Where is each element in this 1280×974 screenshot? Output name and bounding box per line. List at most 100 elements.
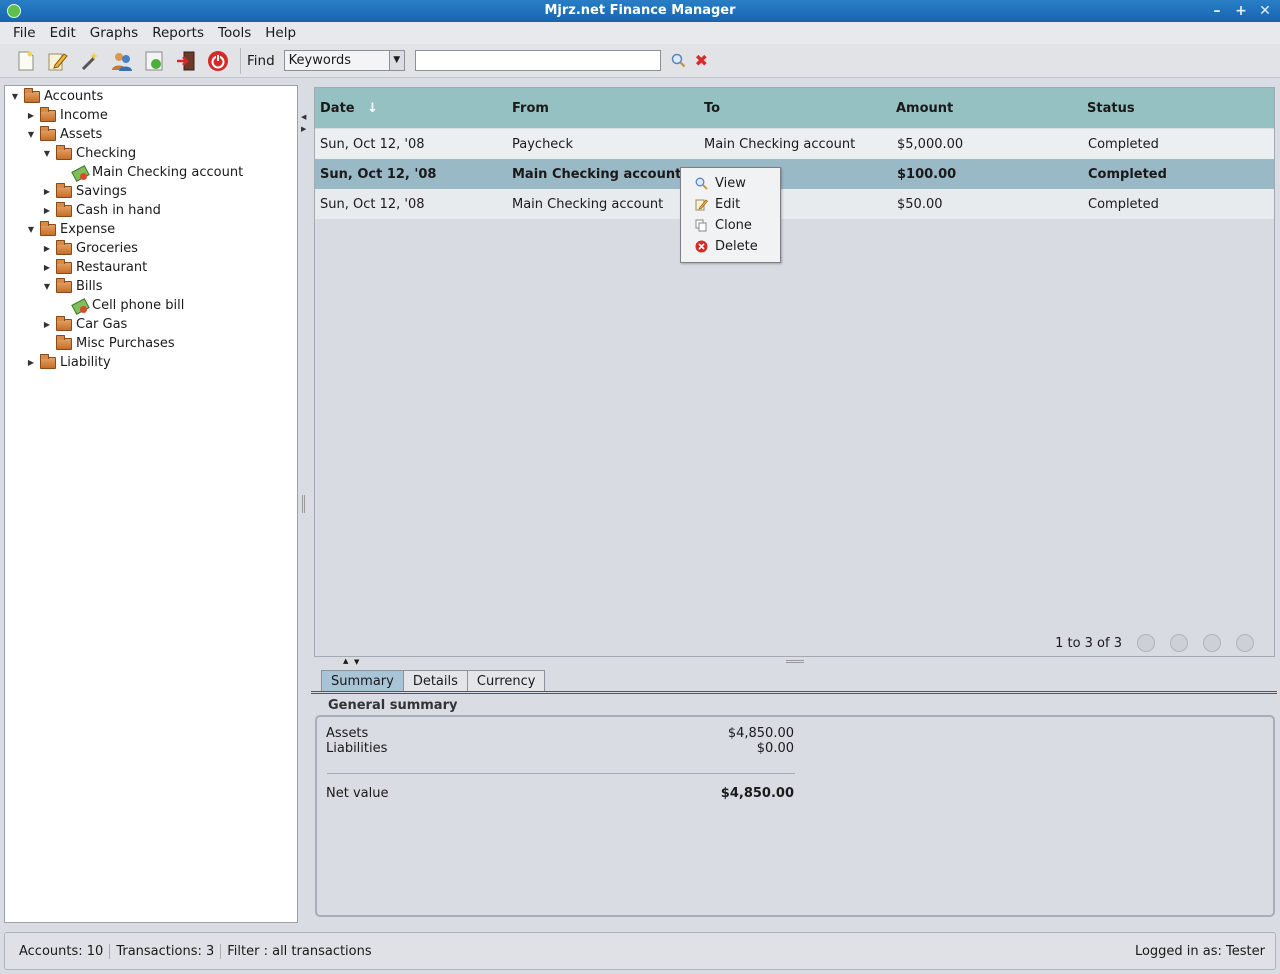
tree-node-misc-purchases[interactable]: Misc Purchases — [41, 334, 175, 353]
menu-help[interactable]: Help — [258, 25, 303, 41]
tree-node-liability[interactable]: ▶ Liability — [25, 353, 111, 372]
last-page-button[interactable] — [1236, 634, 1254, 652]
assets-value: $4,850.00 — [727, 726, 794, 741]
folder-icon — [40, 220, 56, 236]
expand-toggle[interactable]: ▶ — [41, 187, 53, 196]
users-icon[interactable] — [110, 49, 134, 73]
menu-tools[interactable]: Tools — [211, 25, 258, 41]
tree-node-restaurant[interactable]: ▶ Restaurant — [41, 258, 147, 277]
tree-node-main-checking-account[interactable]: Main Checking account — [57, 163, 243, 182]
tab-details[interactable]: Details — [402, 670, 468, 692]
divider-grip[interactable] — [302, 495, 305, 513]
logout-icon[interactable] — [174, 49, 198, 73]
table-row[interactable]: Sun, Oct 12, '08 Main Checking account $… — [315, 189, 1274, 219]
search-icon[interactable] — [671, 53, 687, 69]
expand-toggle[interactable]: ▼ — [9, 92, 21, 101]
expand-right-icon[interactable]: ▶ — [301, 125, 306, 133]
table-row[interactable]: Sun, Oct 12, '08 Paycheck Main Checking … — [315, 129, 1274, 159]
next-page-button[interactable] — [1203, 634, 1221, 652]
chevron-down-icon[interactable]: ▼ — [388, 51, 404, 70]
magnifier-icon — [694, 176, 709, 191]
previous-page-button[interactable] — [1170, 634, 1188, 652]
expand-toggle[interactable]: ▼ — [25, 130, 37, 139]
edit-pencil-icon[interactable] — [46, 49, 70, 73]
sort-descending-icon: ↓ — [367, 101, 379, 116]
context-menu-edit[interactable]: Edit — [681, 194, 780, 215]
tab-summary[interactable]: Summary — [321, 670, 404, 692]
tree-node-label: Expense — [60, 222, 116, 237]
expand-toggle[interactable]: ▼ — [25, 225, 37, 234]
expand-toggle[interactable]: ▶ — [41, 320, 53, 329]
copy-icon — [694, 218, 709, 233]
expand-toggle[interactable]: ▶ — [41, 206, 53, 215]
delete-icon — [694, 239, 709, 254]
expand-toggle[interactable]: ▼ — [41, 282, 53, 291]
maximize-button[interactable]: + — [1232, 2, 1250, 20]
import-icon[interactable] — [142, 49, 166, 73]
power-icon[interactable] — [206, 49, 230, 73]
context-menu-delete[interactable]: Delete — [681, 236, 780, 257]
column-header-status[interactable]: Status — [1087, 101, 1135, 116]
column-header-amount[interactable]: Amount — [896, 101, 953, 116]
collapse-left-icon[interactable]: ◀ — [301, 113, 306, 121]
menu-file[interactable]: File — [6, 25, 43, 41]
context-menu-label: Edit — [715, 197, 741, 212]
collapse-up-icon[interactable]: ▲ — [343, 657, 348, 665]
expand-toggle[interactable]: ▼ — [41, 149, 53, 158]
tree-node-label: Cell phone bill — [92, 298, 185, 313]
title-bar: Mjrz.net Finance Manager – + ✕ — [0, 0, 1280, 22]
account-tree[interactable]: ▼ Accounts ▶ Income ▼ Assets ▼ Checking Main… — [4, 85, 298, 923]
magic-wand-icon[interactable] — [78, 49, 102, 73]
tree-node-accounts[interactable]: ▼ Accounts — [9, 87, 103, 106]
expand-toggle[interactable]: ▶ — [25, 358, 37, 367]
tree-node-cell-phone-bill[interactable]: Cell phone bill — [57, 296, 184, 315]
expand-toggle[interactable]: ▶ — [25, 111, 37, 120]
collapse-down-icon[interactable]: ▼ — [354, 658, 359, 666]
tree-node-groceries[interactable]: ▶ Groceries — [41, 239, 138, 258]
close-button[interactable]: ✕ — [1256, 2, 1274, 20]
tree-node-cash-in-hand[interactable]: ▶ Cash in hand — [41, 201, 161, 220]
expand-toggle[interactable]: ▶ — [41, 244, 53, 253]
tree-node-bills[interactable]: ▼ Bills — [41, 277, 103, 296]
new-document-icon[interactable] — [14, 49, 38, 73]
menu-reports[interactable]: Reports — [145, 25, 211, 41]
tree-node-income[interactable]: ▶ Income — [25, 106, 108, 125]
find-type-select[interactable]: Keywords ▼ — [283, 50, 405, 71]
cell-amount: $50.00 — [897, 197, 943, 212]
folder-icon — [40, 106, 56, 122]
tree-node-label: Groceries — [76, 241, 138, 256]
context-menu-clone[interactable]: Clone — [681, 215, 780, 236]
menu-edit[interactable]: Edit — [43, 25, 83, 41]
search-input[interactable] — [414, 50, 661, 71]
tab-currency[interactable]: Currency — [466, 670, 546, 692]
divider-grip[interactable] — [786, 660, 804, 663]
context-menu-label: View — [715, 176, 746, 191]
status-transactions: Transactions: 3 — [116, 943, 222, 959]
column-header-date[interactable]: Date ↓ — [320, 101, 378, 116]
clear-search-icon[interactable]: ✖ — [695, 51, 708, 70]
horizontal-split-divider[interactable]: ▲ ▼ — [311, 657, 1280, 668]
tree-node-checking[interactable]: ▼ Checking — [41, 144, 136, 163]
expand-toggle[interactable]: ▶ — [41, 263, 53, 272]
context-menu-label: Clone — [715, 218, 752, 233]
tree-node-car-gas[interactable]: ▶ Car Gas — [41, 315, 127, 334]
table-row-selected[interactable]: Sun, Oct 12, '08 Main Checking account $… — [315, 159, 1274, 189]
status-filter: Filter : all transactions — [227, 943, 372, 959]
tree-node-label: Misc Purchases — [76, 336, 175, 351]
cell-status: Completed — [1088, 137, 1159, 152]
context-menu: View Edit Clone Delete — [680, 167, 781, 263]
tree-node-assets[interactable]: ▼ Assets — [25, 125, 102, 144]
menu-graphs[interactable]: Graphs — [83, 25, 145, 41]
tree-node-savings[interactable]: ▶ Savings — [41, 182, 127, 201]
cell-date: Sun, Oct 12, '08 — [320, 167, 437, 182]
context-menu-view[interactable]: View — [681, 173, 780, 194]
column-header-to[interactable]: To — [704, 101, 720, 116]
tree-node-expense[interactable]: ▼ Expense — [25, 220, 115, 239]
tree-node-label: Checking — [76, 146, 137, 161]
net-value-label: Net value — [326, 786, 389, 801]
minimize-button[interactable]: – — [1208, 2, 1226, 20]
split-pane-divider[interactable]: ◀ ▶ — [298, 85, 311, 923]
column-header-from[interactable]: From — [512, 101, 549, 116]
tree-node-label: Car Gas — [76, 317, 128, 332]
first-page-button[interactable] — [1137, 634, 1155, 652]
